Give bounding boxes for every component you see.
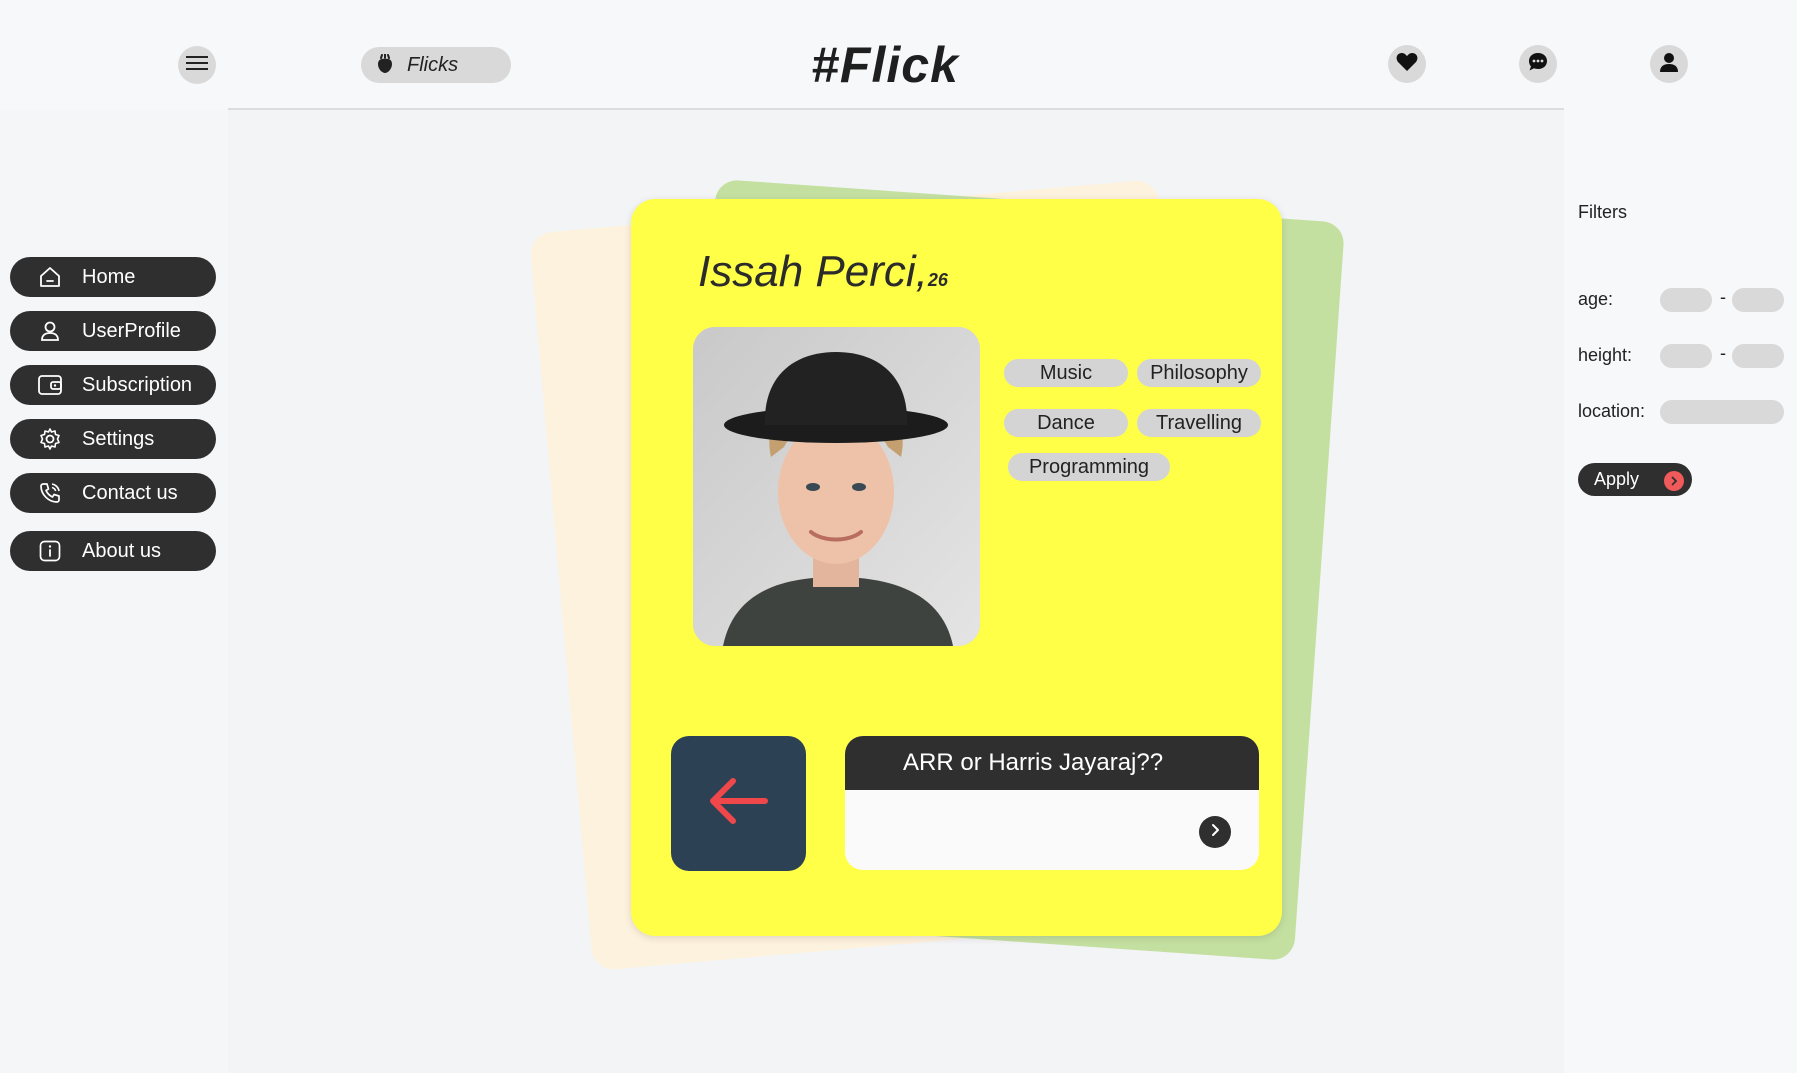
sidebar-item-label: Subscription (82, 373, 193, 396)
sidebar-item-subscription[interactable]: Subscription (10, 365, 216, 405)
interest-tag: Travelling (1137, 409, 1261, 437)
chat-icon (1527, 51, 1549, 78)
menu-icon (186, 55, 208, 76)
profile-name: Issah Perci,26 (698, 247, 948, 297)
height-max-input[interactable] (1732, 344, 1784, 368)
range-separator: - (1720, 343, 1726, 363)
sidebar-item-label: Contact us (82, 481, 178, 504)
flicks-label: Flicks (407, 53, 459, 76)
location-input[interactable] (1660, 400, 1784, 424)
sidebar-item-label: About us (82, 539, 161, 562)
sidebar-item-contact[interactable]: Contact us (10, 473, 216, 513)
location-label: location: (1578, 401, 1646, 421)
flicks-icon (373, 53, 397, 77)
profile-name-text: Issah Perci, (698, 247, 928, 296)
apply-button[interactable]: Apply (1578, 463, 1692, 496)
app-logo: #Flick (811, 37, 959, 93)
home-icon (36, 263, 64, 291)
interest-tag: Dance (1004, 409, 1128, 437)
messages-button[interactable] (1519, 45, 1557, 83)
interest-tag: Programming (1008, 453, 1170, 481)
height-label: height: (1578, 345, 1633, 365)
sidebar-item-label: Settings (82, 427, 155, 450)
profile-photo (693, 327, 980, 646)
age-min-input[interactable] (1660, 288, 1712, 312)
height-min-input[interactable] (1660, 344, 1712, 368)
apply-label: Apply (1594, 469, 1640, 489)
gear-icon (36, 425, 64, 453)
prompt-question: ARR or Harris Jayaraj?? (845, 736, 1259, 790)
sidebar-item-userprofile[interactable]: UserProfile (10, 311, 216, 351)
range-separator: - (1720, 287, 1726, 307)
filters-panel (1564, 110, 1797, 1073)
profile-card[interactable]: Issah Perci,26 Music Philosophy Dance Tr… (631, 199, 1282, 936)
chevron-right-icon (1664, 471, 1684, 491)
prompt-box: ARR or Harris Jayaraj?? (845, 736, 1259, 870)
flicks-button[interactable]: Flicks (361, 47, 511, 83)
sidebar-item-home[interactable]: Home (10, 257, 216, 297)
back-button[interactable] (671, 736, 806, 871)
profile-age: 26 (927, 270, 948, 290)
sidebar-item-label: Home (82, 265, 136, 288)
wallet-icon (36, 371, 64, 399)
reply-send-button[interactable] (1199, 816, 1231, 848)
sidebar (0, 110, 228, 1073)
sidebar-item-label: UserProfile (82, 319, 181, 342)
user-icon (1658, 51, 1680, 78)
age-label: age: (1578, 289, 1614, 309)
arrow-left-icon (707, 776, 771, 831)
menu-button[interactable] (178, 46, 216, 84)
info-icon (36, 537, 64, 565)
phone-icon (36, 479, 64, 507)
filters-title: Filters (1578, 202, 1627, 222)
profile-button[interactable] (1650, 45, 1688, 83)
sidebar-item-about[interactable]: About us (10, 531, 216, 571)
user-icon (36, 317, 64, 345)
age-max-input[interactable] (1732, 288, 1784, 312)
sidebar-item-settings[interactable]: Settings (10, 419, 216, 459)
chevron-right-icon (1208, 823, 1222, 842)
likes-button[interactable] (1388, 45, 1426, 83)
interest-tag: Music (1004, 359, 1128, 387)
heart-icon (1396, 52, 1418, 77)
interest-tag: Philosophy (1137, 359, 1261, 387)
